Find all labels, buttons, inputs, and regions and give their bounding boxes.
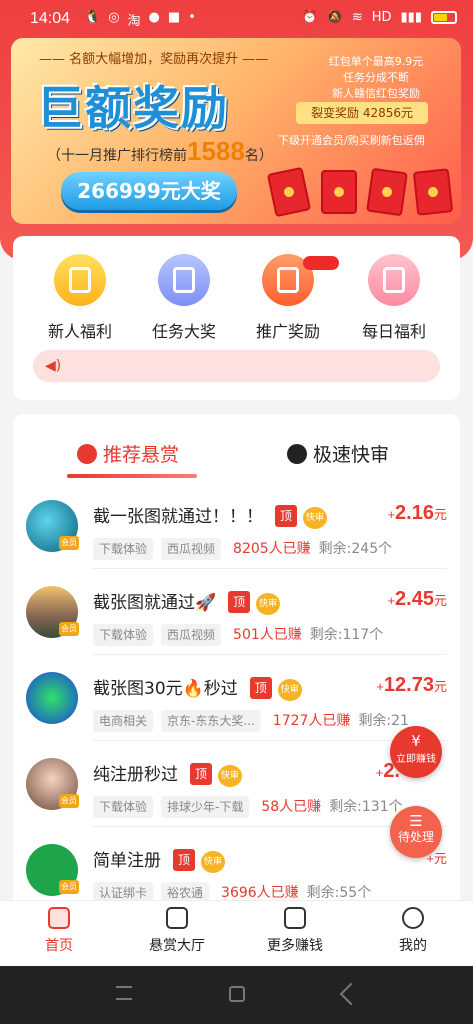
pinned-badge: 顶 [228,591,251,613]
earn-now-label: 立即赚钱 [396,754,436,765]
member-badge: 会员 [59,536,79,550]
banner-rank: （十一月推广排行榜前1588名） [47,136,273,166]
status-bar: 14:04 🐧 ◎ 淘 ● ■ • ⏰ 🔕 ≋ HD ▮▮▮ [0,0,473,40]
app-icon: ◎ [108,10,120,25]
category-label: 任务大奖 [151,322,216,341]
red-envelopes-illustration [251,154,461,224]
member-badge: 会员 [59,880,79,894]
mute-icon: 🔕 [326,10,343,25]
category-task-prize[interactable]: 任务大奖 [139,254,229,342]
fast-review-badge: 快审 [277,679,302,701]
battery-icon [431,11,457,24]
speaker-icon: ◀) [45,358,62,374]
announcement-bar[interactable]: ◀) [33,350,440,382]
flame-icon [77,444,97,464]
home-icon [48,907,70,929]
pinned-badge: 顶 [249,677,272,699]
divider [93,654,447,655]
gift-icon [54,254,106,306]
fast-review-badge: 快审 [218,765,242,787]
member-badge: 会员 [59,794,79,808]
taobao-icon: 淘 [127,14,141,29]
calendar-icon [368,254,420,306]
avatar [26,672,78,724]
system-icons: ⏰ 🔕 ≋ HD ▮▮▮ [301,10,457,25]
signal-icon: ▮▮▮ [400,10,422,25]
category-new-user[interactable]: 新人福利 [35,254,125,342]
reward-hall-icon [166,907,188,929]
dot-icon: • [188,10,196,25]
active-tab-indicator [67,474,197,478]
fast-review-badge: 快审 [256,593,281,615]
task-title: 截一张图就通过！！！顶快审 [93,502,327,529]
pinned-badge: 顶 [190,763,212,785]
notification-icons: 🐧 ◎ 淘 ● ■ • [84,10,196,29]
back-icon[interactable] [339,982,363,1006]
banner-fission-reward: 裂变奖励 42856元 [296,102,428,124]
divider [93,568,447,569]
category-label: 推广奖励 [255,322,320,341]
tab-recommended[interactable]: 推荐悬赏 [77,440,179,467]
gamepad-icon [284,907,306,929]
task-title: 截张图就通过🚀 顶快审 [93,588,281,615]
system-nav-bar [0,966,473,1024]
category-label: 每日福利 [361,322,426,341]
nav-more-earn[interactable]: 更多赚钱 [240,907,350,955]
alarm-icon: ⏰ [301,10,318,25]
yuan-icon: ¥ [411,732,421,750]
pending-label: 待处理 [397,830,434,844]
status-time: 14:04 [30,10,71,27]
category-card: 新人福利 任务大奖 推广奖励 每日福利 ◀) [13,236,460,400]
app-icon: ● [148,10,160,25]
task-meta: 电商相关 京东-东东大奖... 1727人已赚 剩余:21 [93,710,409,732]
qq-icon: 🐧 [84,10,101,25]
nav-profile[interactable]: 我的 [358,907,468,955]
user-icon [287,444,307,464]
task-meta: 下载体验 西瓜视频 8205人已赚 剩余:245个 [93,538,392,560]
task-price: +12.73元 [376,674,447,696]
pinned-badge: 顶 [173,849,195,871]
task-title: 截张图30元🔥秒过顶快审 [93,674,302,701]
pinned-badge: 顶 [275,505,297,527]
category-label: 新人福利 [47,322,112,341]
nav-reward-hall[interactable]: 悬赏大厅 [122,907,232,955]
fast-review-badge: 快审 [303,507,327,529]
banner-headline: 巨额奖励 [37,81,229,135]
home-square-icon[interactable] [229,986,245,1002]
task-price: +2.16元 [387,502,447,524]
task-title: 纯注册秒过顶快审 [93,760,242,787]
task-list-card: 推荐悬赏 极速快审 会员 截一张图就通过！！！顶快审 +2.16元 下载体验 西瓜… [13,414,460,934]
profile-icon [402,907,424,929]
fast-review-badge: 快审 [201,851,225,873]
hd-icon: HD [371,10,392,25]
task-row[interactable]: 会员 截张图就通过🚀 顶快审 +2.45元 下载体验 西瓜视频 501人已赚 剩余:11… [13,582,460,668]
pending-button[interactable]: ☰ 待处理 [390,806,442,858]
task-meta: 下载体验 西瓜视频 501人已赚 剩余:117个 [93,624,383,646]
promo-banner[interactable]: —— 名额大幅增加，奖励再次提升 —— 巨额奖励 （十一月推广排行榜前1588名… [11,38,461,224]
banner-subtitle: —— 名额大幅增加，奖励再次提升 —— [39,52,269,67]
task-price: +2.45元 [387,588,447,610]
member-badge: 会员 [59,622,79,636]
banner-prize: 266999元大奖 [61,172,237,210]
task-meta: 下载体验 排球少年-下载 58人已赚 剩余:131个 [93,796,403,818]
clipboard-icon [158,254,210,306]
nav-home[interactable]: 首页 [4,907,114,955]
earn-now-button[interactable]: ¥ 立即赚钱 [390,726,442,778]
wifi-icon: ≋ [351,10,363,25]
bottom-nav: 首页 悬赏大厅 更多赚钱 我的 [0,900,473,966]
promo-badge [303,256,339,270]
tab-fast-review[interactable]: 极速快审 [287,440,389,467]
menu-icon[interactable] [116,986,132,1000]
app-icon: ■ [167,10,181,25]
category-daily[interactable]: 每日福利 [349,254,439,342]
banner-bottom-text: 下级开通会员/购买刷新包返佣 [278,134,425,147]
task-title: 简单注册顶快审 [93,846,225,873]
task-row[interactable]: 会员 截一张图就通过！！！顶快审 +2.16元 下载体验 西瓜视频 8205人已赚剩… [13,496,460,582]
banner-right-text: 红包单个最高9.9元 任务分成不断 新人赣信红包奖励 [328,55,424,100]
